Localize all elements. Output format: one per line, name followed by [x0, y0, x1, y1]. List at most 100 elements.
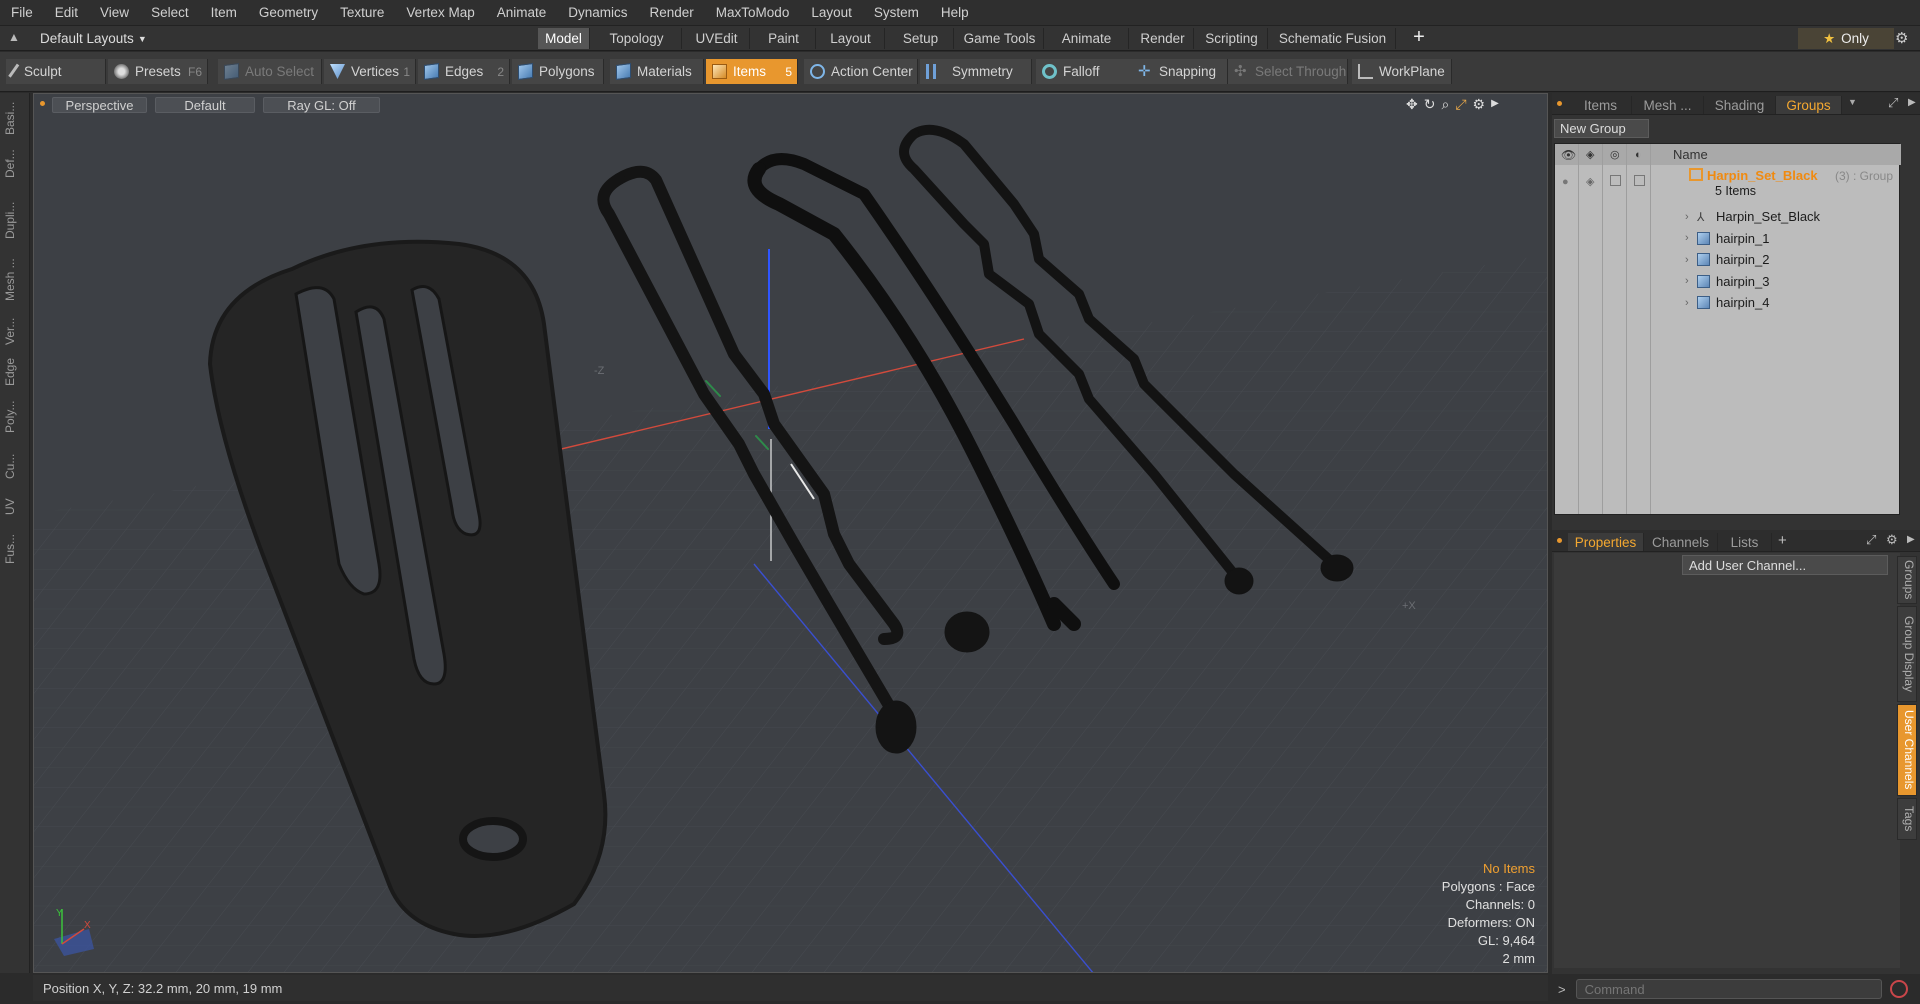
left-tab-2[interactable]: Dupli... [3, 191, 27, 249]
layout-tab-model[interactable]: Model [538, 28, 590, 49]
panel-menu-icon[interactable]: ▶ [1908, 97, 1916, 108]
menu-item-file[interactable]: File [0, 5, 44, 20]
select-through-button[interactable]: ✣ Select Through [1228, 59, 1348, 84]
menu-item-select[interactable]: Select [140, 5, 200, 20]
left-tab-3[interactable]: Mesh ... [3, 253, 27, 307]
expand-panel-icon[interactable]: ⤢ [1866, 532, 1876, 548]
left-tab-1[interactable]: Def... [3, 141, 27, 187]
viewport-menu-icon[interactable]: ▶ [1491, 96, 1499, 113]
command-input[interactable] [1575, 979, 1882, 999]
menu-item-layout[interactable]: Layout [800, 5, 863, 20]
group-row[interactable]: ● ◈ Harpin_Set_Black (3) : Group 5 Items [1555, 166, 1901, 204]
tab-mesh[interactable]: Mesh ... [1632, 96, 1704, 114]
symmetry-button[interactable]: Symmetry [920, 59, 1032, 84]
group-select-toggle[interactable] [1634, 175, 1645, 186]
layout-tab-game-tools[interactable]: Game Tools [956, 28, 1044, 49]
side-tab-tags[interactable]: Tags [1897, 798, 1917, 840]
layout-tab-paint[interactable]: Paint [752, 28, 816, 49]
left-tab-4[interactable]: Ver... [3, 311, 27, 351]
menu-item-geometry[interactable]: Geometry [248, 5, 329, 20]
side-tab-groups[interactable]: Groups [1897, 556, 1917, 604]
group-lock-toggle[interactable] [1610, 175, 1621, 186]
group-visibility-toggle[interactable]: ● [1562, 176, 1569, 188]
workplane-button[interactable]: WorkPlane [1352, 59, 1452, 84]
left-tab-7[interactable]: Cu... [3, 445, 27, 487]
group-child-row[interactable]: › hairpin_4 [1555, 292, 1901, 313]
left-tab-5[interactable]: Edge [3, 355, 27, 389]
menu-item-system[interactable]: System [863, 5, 930, 20]
record-icon[interactable] [1889, 980, 1908, 998]
raygl-button[interactable]: Ray GL: Off [263, 97, 380, 113]
menu-item-edit[interactable]: Edit [44, 5, 89, 20]
layout-tab-uvedit[interactable]: UVEdit [684, 28, 750, 49]
menu-item-item[interactable]: Item [200, 5, 248, 20]
shading-button[interactable]: Default [155, 97, 255, 113]
layout-tab-scripting[interactable]: Scripting [1196, 28, 1268, 49]
add-tab-icon[interactable]: + [1778, 532, 1787, 549]
items-button[interactable]: Items 5 [706, 59, 798, 84]
viewport-settings-icon[interactable]: ⚙ [1473, 96, 1486, 113]
expand-panel-icon[interactable]: ⤢ [1888, 95, 1898, 111]
falloff-button[interactable]: Falloff [1036, 59, 1134, 84]
view-mode-button[interactable]: Perspective [52, 97, 147, 113]
presets-button[interactable]: Presets F6 [108, 59, 208, 84]
gear-icon[interactable]: ⚙ [1895, 29, 1908, 47]
menu-item-vertex-map[interactable]: Vertex Map [395, 5, 485, 20]
mesh-icon [1697, 296, 1710, 309]
menu-item-animate[interactable]: Animate [486, 5, 558, 20]
menu-item-view[interactable]: View [89, 5, 140, 20]
rotate-view-icon[interactable]: ↻ [1424, 96, 1436, 113]
layout-home-icon[interactable]: ▲ [8, 30, 22, 46]
left-tab-9[interactable]: Fus... [3, 527, 27, 571]
left-tab-6[interactable]: Poly... [3, 393, 27, 441]
tab-lists[interactable]: Lists [1718, 533, 1772, 551]
tab-items[interactable]: Items [1570, 96, 1632, 114]
layout-tab-setup[interactable]: Setup [888, 28, 954, 49]
group-child-row[interactable]: › hairpin_1 [1555, 228, 1901, 249]
left-tab-8[interactable]: UV [3, 491, 27, 523]
materials-button[interactable]: Materials [610, 59, 704, 84]
menu-item-texture[interactable]: Texture [329, 5, 395, 20]
panel-menu-icon[interactable]: ▶ [1907, 534, 1915, 545]
sculpt-button[interactable]: Sculpt [6, 59, 106, 84]
group-render-toggle[interactable]: ◈ [1586, 175, 1594, 188]
menu-item-help[interactable]: Help [930, 5, 980, 20]
add-layout-button[interactable]: + [1408, 27, 1430, 49]
group-child-row[interactable]: › hairpin_2 [1555, 249, 1901, 270]
add-user-channel-button[interactable]: Add User Channel... [1682, 555, 1888, 575]
workplane-icon [1358, 64, 1373, 79]
tab-shading[interactable]: Shading [1704, 96, 1776, 114]
chevron-down-icon[interactable]: ▼ [1848, 97, 1857, 107]
tab-groups[interactable]: Groups [1776, 96, 1842, 114]
tab-channels[interactable]: Channels [1644, 533, 1718, 551]
left-tab-0[interactable]: Basi... [3, 99, 27, 137]
3d-viewport[interactable]: -Z +X Y X Perspective Default Ray GL: Of… [33, 93, 1548, 973]
presets-shortcut: F6 [187, 64, 202, 79]
vertices-button[interactable]: Vertices 1 [324, 59, 416, 84]
group-child-row[interactable]: › hairpin_3 [1555, 271, 1901, 292]
layout-tab-animate[interactable]: Animate [1045, 28, 1129, 49]
zoom-view-icon[interactable]: ⌕ [1441, 96, 1449, 113]
new-group-button[interactable]: New Group [1554, 119, 1649, 138]
move-view-icon[interactable]: ✥ [1406, 96, 1418, 113]
polygons-button[interactable]: Polygons [512, 59, 604, 84]
snapping-button[interactable]: ✛ Snapping [1132, 59, 1228, 84]
fit-view-icon[interactable]: ⤢ [1455, 96, 1466, 113]
side-tab-user-channels[interactable]: User Channels [1897, 704, 1917, 796]
gear-icon[interactable]: ⚙ [1886, 532, 1898, 548]
group-child-row[interactable]: › ⅄ Harpin_Set_Black [1555, 206, 1901, 227]
menu-item-maxtomodo[interactable]: MaxToModo [705, 5, 801, 20]
layout-tab-render[interactable]: Render [1132, 28, 1194, 49]
auto-select-button[interactable]: Auto Select [218, 59, 322, 84]
layout-tab-schematic-fusion[interactable]: Schematic Fusion [1270, 28, 1396, 49]
layout-selector[interactable]: Default Layouts ▼ [40, 29, 147, 48]
layout-tab-topology[interactable]: Topology [592, 28, 682, 49]
edges-button[interactable]: Edges 2 [418, 59, 510, 84]
only-button[interactable]: ★ Only [1798, 28, 1894, 49]
layout-tab-layout[interactable]: Layout [817, 28, 885, 49]
tab-properties[interactable]: Properties [1568, 533, 1644, 551]
side-tab-group-display[interactable]: Group Display [1897, 606, 1917, 702]
menu-item-dynamics[interactable]: Dynamics [557, 5, 638, 20]
action-center-button[interactable]: Action Center [804, 59, 918, 84]
menu-item-render[interactable]: Render [639, 5, 705, 20]
